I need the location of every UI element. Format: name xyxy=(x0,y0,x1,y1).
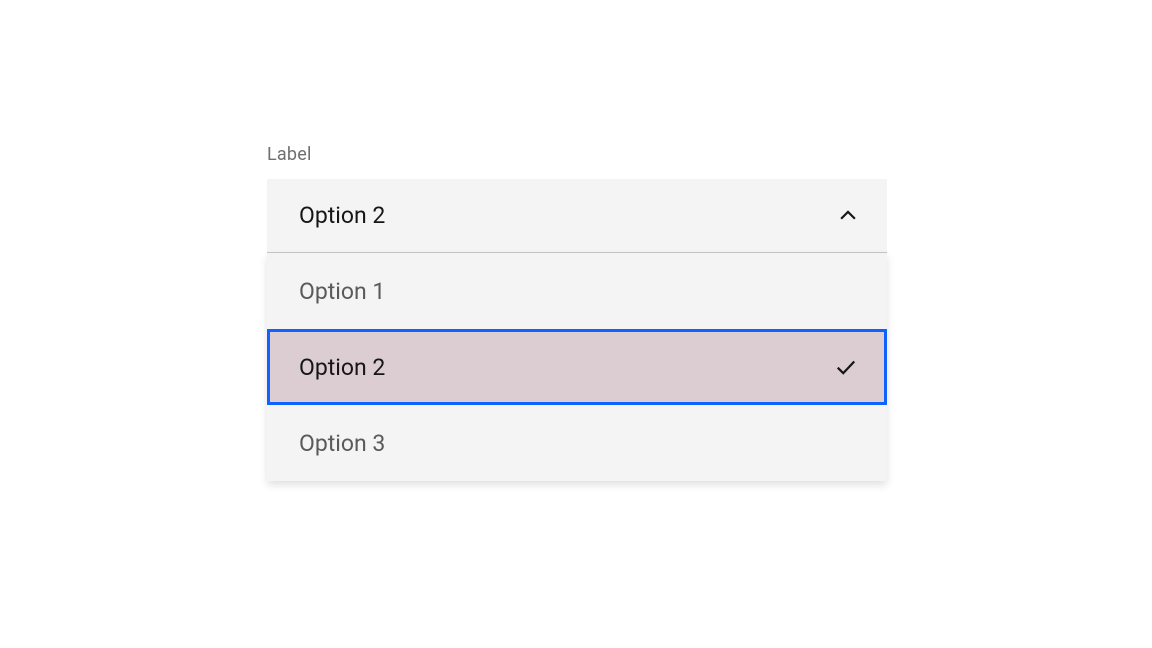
dropdown-trigger[interactable]: Option 2 xyxy=(267,179,887,253)
dropdown-component: Label Option 2 Option 1 Option 2 xyxy=(267,144,887,481)
dropdown-option-3[interactable]: Option 3 xyxy=(267,405,887,481)
dropdown-option-2[interactable]: Option 2 xyxy=(267,329,887,405)
dropdown-label: Label xyxy=(267,144,887,165)
dropdown-option-label: Option 2 xyxy=(299,354,385,381)
dropdown-option-1[interactable]: Option 1 xyxy=(267,253,887,329)
dropdown-menu: Option 1 Option 2 Option 3 xyxy=(267,253,887,481)
dropdown-option-label: Option 3 xyxy=(299,430,385,457)
chevron-up-icon xyxy=(837,205,859,227)
dropdown-option-label: Option 1 xyxy=(299,278,385,305)
dropdown-selected-value: Option 2 xyxy=(299,202,385,229)
checkmark-icon xyxy=(835,356,857,378)
